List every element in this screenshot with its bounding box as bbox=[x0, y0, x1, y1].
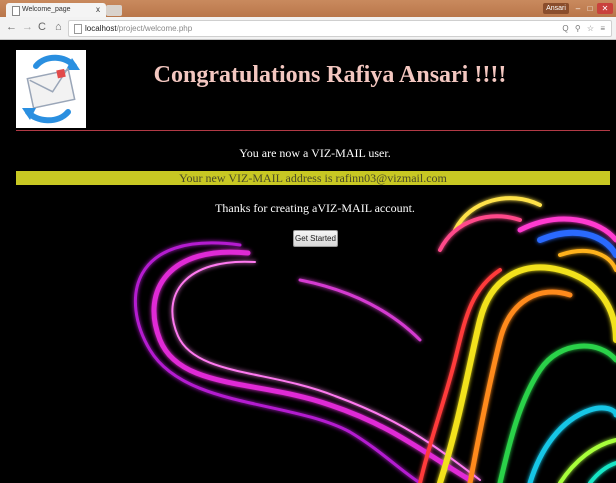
page-icon bbox=[74, 24, 82, 34]
divider bbox=[16, 130, 610, 131]
omnibox-icons[interactable]: Q ⚲ ☆ ≡ bbox=[562, 21, 607, 36]
page-content: Congratulations Rafiya Ansari !!!! You a… bbox=[0, 40, 616, 483]
user-message: You are now a VIZ-MAIL user. bbox=[239, 146, 391, 160]
browser-tabstrip: Welcome_page x Ansari – □ ✕ bbox=[0, 0, 616, 17]
tab-title: Welcome_page bbox=[22, 6, 71, 13]
url-host: localhost bbox=[85, 24, 117, 33]
mail-sync-icon bbox=[22, 54, 80, 124]
new-tab-button[interactable] bbox=[106, 5, 122, 16]
minimize-icon[interactable]: – bbox=[572, 3, 584, 14]
browser-toolbar: ← → C ⌂ localhost/project/welcome.php Q … bbox=[0, 17, 616, 40]
reload-icon[interactable]: C bbox=[38, 21, 46, 33]
close-window-icon[interactable]: ✕ bbox=[597, 3, 613, 14]
vizmail-logo bbox=[16, 50, 86, 128]
browser-tab[interactable]: Welcome_page x bbox=[6, 3, 106, 17]
email-address-banner: Your new VIZ-MAIL address is rafinn03@vi… bbox=[16, 171, 610, 185]
get-started-button[interactable]: Get Started bbox=[293, 230, 338, 247]
back-icon[interactable]: ← bbox=[6, 21, 17, 33]
forward-icon[interactable]: → bbox=[22, 21, 33, 33]
maximize-icon[interactable]: □ bbox=[584, 3, 596, 14]
user-badge[interactable]: Ansari bbox=[543, 3, 569, 14]
url-text: localhost/project/welcome.php bbox=[85, 21, 192, 36]
thanks-message: Thanks for creating aVIZ-MAIL account. bbox=[215, 201, 415, 215]
page-icon bbox=[12, 6, 20, 16]
tab-close-icon[interactable]: x bbox=[96, 5, 100, 14]
page-title: Congratulations Rafiya Ansari !!!! bbox=[153, 62, 507, 88]
url-path: /project/welcome.php bbox=[116, 24, 193, 33]
home-icon[interactable]: ⌂ bbox=[55, 21, 62, 33]
address-bar[interactable]: localhost/project/welcome.php Q ⚲ ☆ ≡ bbox=[68, 20, 612, 37]
neon-background-art bbox=[133, 196, 616, 483]
